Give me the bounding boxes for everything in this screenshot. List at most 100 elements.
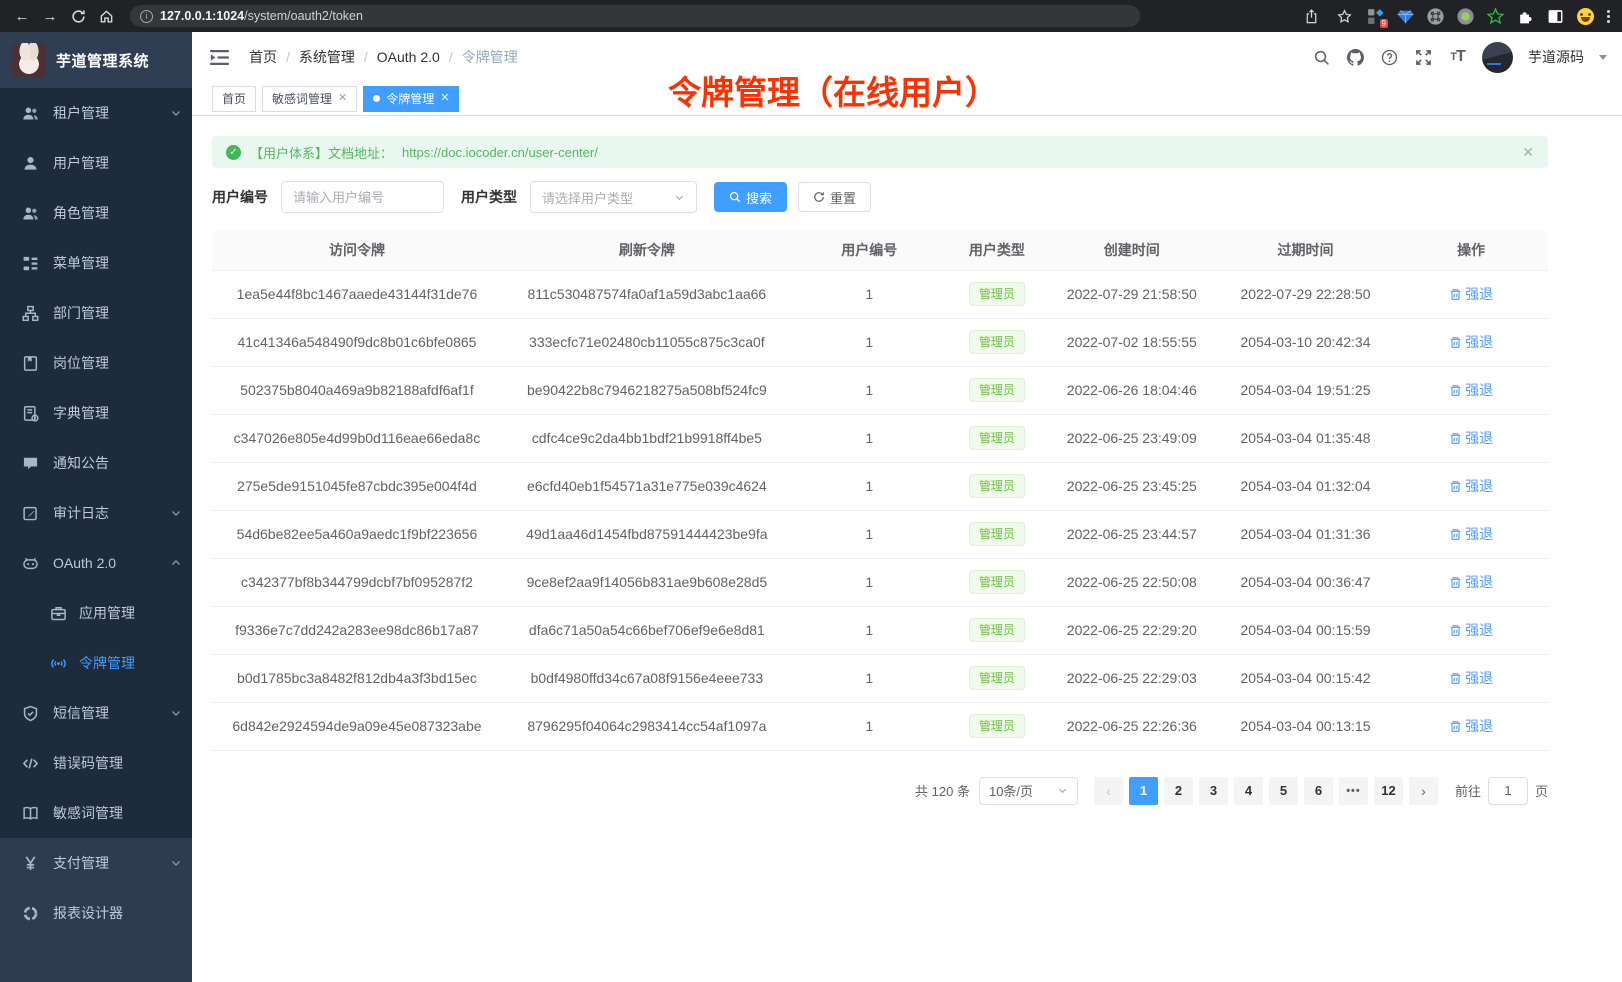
browser-menu-icon[interactable]: [1607, 10, 1610, 23]
force-logout-button[interactable]: 强退: [1449, 668, 1493, 688]
force-logout-button[interactable]: 强退: [1449, 524, 1493, 544]
share-icon[interactable]: [1301, 6, 1321, 26]
font-size-icon[interactable]: TT: [1448, 48, 1467, 67]
tab-token[interactable]: 令牌管理✕: [363, 86, 459, 112]
extension-command-icon[interactable]: [1427, 8, 1444, 25]
access-token-cell: c342377bf8b344799dcbf7bf095287f2: [212, 558, 502, 606]
tab-close-icon[interactable]: ✕: [440, 93, 449, 104]
page-button-1[interactable]: 1: [1129, 777, 1158, 805]
force-logout-button[interactable]: 强退: [1449, 620, 1493, 640]
main-area: 令牌管理（在线用户） 首页/系统管理/OAuth 2.0/令牌管理: [192, 32, 1622, 982]
extension-grid-icon[interactable]: 9: [1367, 8, 1384, 25]
breadcrumb-item[interactable]: 系统管理: [299, 47, 355, 67]
collapse-sidebar-icon[interactable]: [210, 49, 229, 66]
home-icon[interactable]: [96, 6, 116, 26]
breadcrumb-item[interactable]: 首页: [249, 47, 277, 67]
fullscreen-icon[interactable]: [1414, 48, 1433, 67]
tab-home[interactable]: 首页: [212, 86, 256, 112]
more-pages-button[interactable]: •••: [1339, 777, 1368, 805]
refresh-token-cell: 8796295f04064c2983414cc54af1097a: [502, 702, 792, 750]
pagination: 共 120 条 10条/页 ‹123456•••12› 前往 页: [212, 777, 1548, 805]
force-logout-button[interactable]: 强退: [1449, 476, 1493, 496]
banner-close-icon[interactable]: ✕: [1522, 144, 1534, 161]
created-time-cell: 2022-07-02 18:55:55: [1047, 318, 1217, 366]
force-logout-button[interactable]: 强退: [1449, 380, 1493, 400]
sidebar-item-oauth2-token[interactable]: 令牌管理: [0, 638, 192, 688]
sidebar-item-menu[interactable]: 菜单管理: [0, 238, 192, 288]
sidebar-item-user[interactable]: 用户管理: [0, 138, 192, 188]
goto-page-input[interactable]: [1488, 777, 1528, 805]
page-button-3[interactable]: 3: [1199, 777, 1228, 805]
chevron-down-icon: [170, 857, 182, 869]
force-logout-button[interactable]: 强退: [1449, 428, 1493, 448]
page-button-5[interactable]: 5: [1269, 777, 1298, 805]
next-page-button[interactable]: ›: [1409, 777, 1438, 805]
sidebar-item-notice[interactable]: 通知公告: [0, 438, 192, 488]
page-button-2[interactable]: 2: [1164, 777, 1193, 805]
help-icon[interactable]: [1380, 48, 1399, 67]
sidebar-item-sms[interactable]: 短信管理: [0, 688, 192, 738]
extension-gem-icon[interactable]: [1397, 8, 1414, 25]
user-id-input[interactable]: [281, 181, 444, 213]
user-id-cell: 1: [792, 366, 947, 414]
sidebar-item-report[interactable]: 报表设计器: [0, 888, 192, 938]
trash-icon: [1449, 384, 1462, 397]
user-avatar[interactable]: [1482, 42, 1513, 73]
forward-icon[interactable]: →: [40, 6, 60, 26]
sidebar-item-role[interactable]: 角色管理: [0, 188, 192, 238]
back-icon[interactable]: ←: [12, 6, 32, 26]
extension-puzzle-icon[interactable]: [1517, 8, 1534, 25]
page-button-6[interactable]: 6: [1304, 777, 1333, 805]
donut-icon: [22, 905, 39, 922]
reload-icon[interactable]: [68, 6, 88, 26]
created-time-cell: 2022-06-26 18:04:46: [1047, 366, 1217, 414]
reset-button[interactable]: 重置: [798, 182, 871, 212]
page-button-4[interactable]: 4: [1234, 777, 1263, 805]
force-logout-button[interactable]: 强退: [1449, 332, 1493, 352]
tab-close-icon[interactable]: ✕: [338, 93, 347, 104]
sidebar-item-audit-log[interactable]: 审计日志: [0, 488, 192, 538]
page-size-select[interactable]: 10条/页: [979, 777, 1078, 805]
banner-link[interactable]: https://doc.iocoder.cn/user-center/: [402, 145, 598, 160]
site-info-icon[interactable]: i: [140, 10, 153, 23]
page-button-12[interactable]: 12: [1374, 777, 1403, 805]
force-logout-button[interactable]: 强退: [1449, 284, 1493, 304]
sidebar-item-oauth2-app[interactable]: 应用管理: [0, 588, 192, 638]
extension-emoji-icon[interactable]: [1577, 8, 1594, 25]
sidebar-item-oauth2[interactable]: OAuth 2.0: [0, 538, 192, 588]
users-icon: [22, 105, 39, 122]
bookmark-star-icon[interactable]: [1334, 6, 1354, 26]
sidebar-item-sensitive-word[interactable]: 敏感词管理: [0, 788, 192, 838]
tab-sensitive-word[interactable]: 敏感词管理✕: [262, 86, 357, 112]
user-type-select[interactable]: 请选择用户类型: [530, 181, 697, 213]
address-bar[interactable]: i 127.0.0.1:1024/system/oauth2/token: [130, 5, 1140, 27]
user-name[interactable]: 芋道源码: [1528, 47, 1584, 67]
sidebar-item-dict[interactable]: 字典管理: [0, 388, 192, 438]
refresh-token-cell: 49d1aa46d1454fbd87591444423be9fa: [502, 510, 792, 558]
force-logout-button[interactable]: 强退: [1449, 572, 1493, 592]
trash-icon: [1449, 288, 1462, 301]
extension-star-icon[interactable]: [1487, 8, 1504, 25]
app-logo-bar[interactable]: 芋道管理系统: [0, 32, 192, 88]
sidebar-item-post[interactable]: 岗位管理: [0, 338, 192, 388]
sidebar-item-label: 报表设计器: [53, 903, 182, 923]
extension-record-icon[interactable]: [1457, 8, 1474, 25]
sidebar-item-tenant[interactable]: 租户管理: [0, 88, 192, 138]
sidebar-item-error-code[interactable]: 错误码管理: [0, 738, 192, 788]
github-icon[interactable]: [1346, 48, 1365, 67]
prev-page-button[interactable]: ‹: [1094, 777, 1123, 805]
extension-sidebar-icon[interactable]: [1547, 8, 1564, 25]
search-button[interactable]: 搜索: [714, 182, 787, 212]
created-time-cell: 2022-06-25 23:45:25: [1047, 462, 1217, 510]
force-logout-button[interactable]: 强退: [1449, 716, 1493, 736]
sidebar-item-label: OAuth 2.0: [53, 555, 170, 571]
sidebar-item-label: 令牌管理: [79, 653, 182, 673]
sidebar-item-label: 字典管理: [53, 403, 182, 423]
user-type-cell: 管理员: [947, 654, 1047, 702]
sidebar-item-pay[interactable]: 支付管理: [0, 838, 192, 888]
sidebar-item-dept[interactable]: 部门管理: [0, 288, 192, 338]
breadcrumb-separator: /: [286, 49, 290, 65]
search-icon[interactable]: [1312, 48, 1331, 67]
breadcrumb-item[interactable]: OAuth 2.0: [377, 49, 440, 65]
user-menu-caret-icon[interactable]: [1599, 55, 1607, 64]
